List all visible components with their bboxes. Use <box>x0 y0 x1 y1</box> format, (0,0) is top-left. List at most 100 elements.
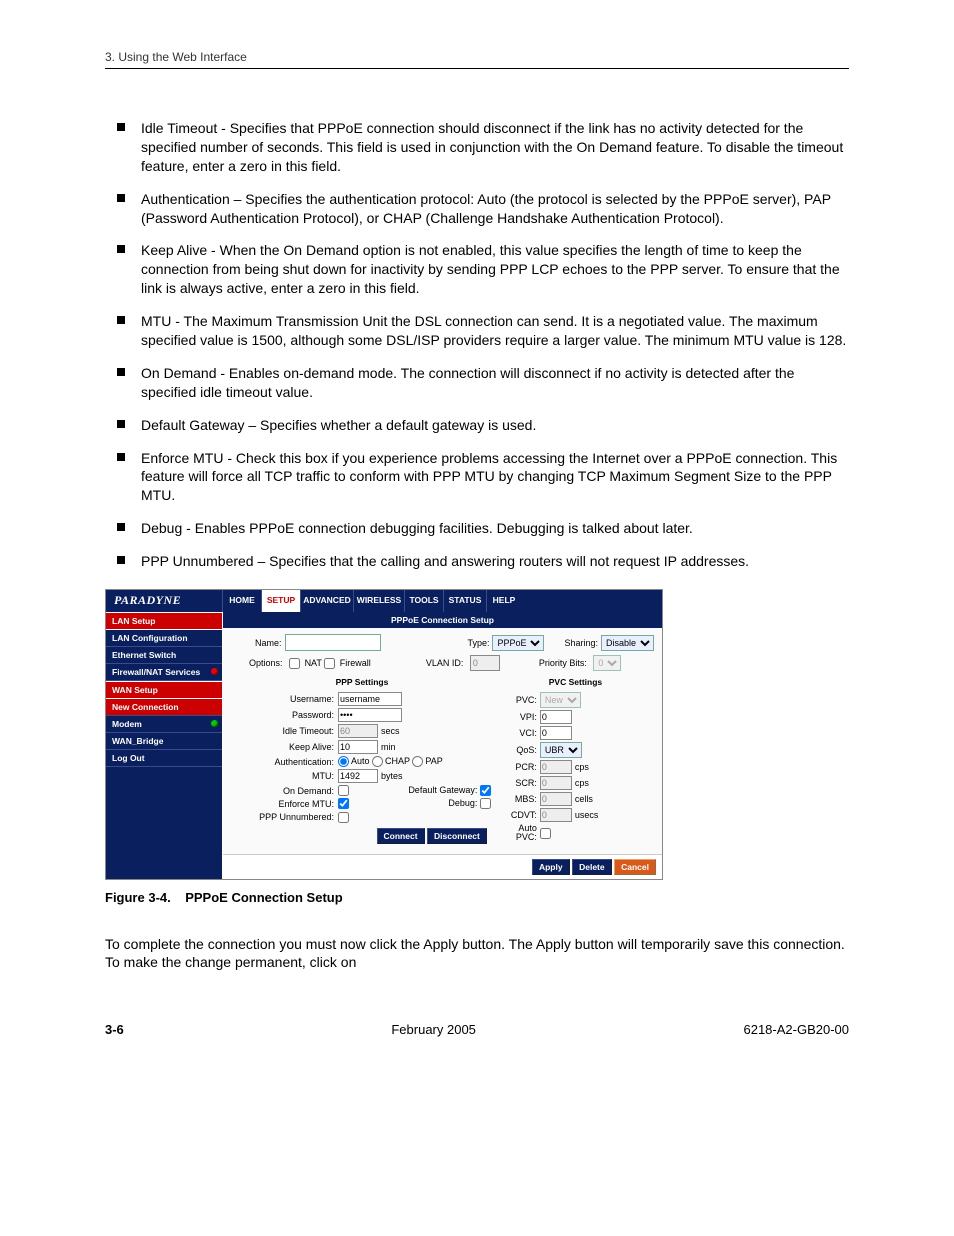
screenshot-figure: PARADYNE HOME SETUP ADVANCED WIRELESS TO… <box>105 589 663 880</box>
pppun-label: PPP Unnumbered: <box>229 812 338 822</box>
pvc-title: PVC Settings <box>495 675 656 691</box>
nat-checkbox[interactable] <box>289 658 300 669</box>
page-header: 3. Using the Web Interface <box>105 50 849 69</box>
priority-select: 0 <box>593 655 621 671</box>
tab-setup[interactable]: SETUP <box>261 590 300 612</box>
sidebar-item-firewall[interactable]: Firewall/NAT Services <box>106 664 222 681</box>
figure-title: PPPoE Connection Setup <box>185 890 342 905</box>
pvc-label: PVC: <box>495 695 540 705</box>
idle-unit: secs <box>378 726 400 736</box>
autopvc-label: Auto PVC: <box>495 824 540 842</box>
debug-label: Debug: <box>448 798 477 808</box>
idle-label: Idle Timeout: <box>229 726 338 736</box>
password-label: Password: <box>229 710 338 720</box>
sidebar-heading-wan: WAN Setup <box>106 681 222 699</box>
tab-tools[interactable]: TOOLS <box>404 590 443 612</box>
cdvt-label: CDVT: <box>495 810 540 820</box>
status-dot-icon <box>211 668 218 675</box>
vci-input[interactable] <box>540 726 572 740</box>
auth-auto-radio[interactable] <box>338 756 349 767</box>
keep-label: Keep Alive: <box>229 742 338 752</box>
list-item: Enforce MTU - Check this box if you expe… <box>115 449 849 506</box>
debug-checkbox[interactable] <box>480 798 491 809</box>
list-item: PPP Unnumbered – Specifies that the call… <box>115 552 849 571</box>
sidebar-item-lan-config[interactable]: LAN Configuration <box>106 630 222 647</box>
delete-button[interactable]: Delete <box>572 859 612 875</box>
name-input[interactable] <box>285 634 381 651</box>
list-item: Authentication – Specifies the authentic… <box>115 190 849 228</box>
auth-label: Authentication: <box>229 757 338 767</box>
scr-input[interactable] <box>540 776 572 790</box>
firewall-checkbox[interactable] <box>324 658 335 669</box>
sharing-select[interactable]: Disable <box>601 635 654 651</box>
autopvc-checkbox[interactable] <box>540 828 551 839</box>
keep-input[interactable] <box>338 740 378 754</box>
pppun-checkbox[interactable] <box>338 812 349 823</box>
cdvt-input[interactable] <box>540 808 572 822</box>
mtu-unit: bytes <box>378 771 403 781</box>
status-dot-icon <box>211 720 218 727</box>
sidebar-item-modem[interactable]: Modem <box>106 716 222 733</box>
sidebar-item-new-connection[interactable]: New Connection <box>106 699 222 716</box>
options-label: Options: <box>249 658 283 668</box>
username-label: Username: <box>229 694 338 704</box>
pcr-label: PCR: <box>495 762 540 772</box>
figure-number: Figure 3-4. <box>105 890 171 905</box>
sidebar-item-logout[interactable]: Log Out <box>106 750 222 767</box>
qos-label: QoS: <box>495 745 540 755</box>
vpi-label: VPI: <box>495 712 540 722</box>
disconnect-button[interactable]: Disconnect <box>427 828 487 844</box>
enforce-checkbox[interactable] <box>338 798 349 809</box>
ppp-title: PPP Settings <box>229 675 495 691</box>
defgw-checkbox[interactable] <box>480 785 491 796</box>
content-title: PPPoE Connection Setup <box>223 612 662 628</box>
pcr-input[interactable] <box>540 760 572 774</box>
list-item: MTU - The Maximum Transmission Unit the … <box>115 312 849 350</box>
auth-pap-radio[interactable] <box>412 756 423 767</box>
vci-label: VCI: <box>495 728 540 738</box>
list-item: On Demand - Enables on-demand mode. The … <box>115 364 849 402</box>
sidebar-item-wan-bridge[interactable]: WAN_Bridge <box>106 733 222 750</box>
name-label: Name: <box>255 638 282 648</box>
top-tabs: HOME SETUP ADVANCED WIRELESS TOOLS STATU… <box>222 590 662 612</box>
sidebar-heading-lan: LAN Setup <box>106 612 222 630</box>
bullet-list: Idle Timeout - Specifies that PPPoE conn… <box>115 119 849 571</box>
list-item: Keep Alive - When the On Demand option i… <box>115 241 849 298</box>
password-input[interactable] <box>338 708 402 722</box>
app-topbar: PARADYNE HOME SETUP ADVANCED WIRELESS TO… <box>106 590 662 612</box>
username-input[interactable] <box>338 692 402 706</box>
type-label: Type: <box>467 638 489 648</box>
defgw-label: Default Gateway: <box>408 785 477 795</box>
sidebar-item-ethernet[interactable]: Ethernet Switch <box>106 647 222 664</box>
qos-select[interactable]: UBR <box>540 742 582 758</box>
footer-date: February 2005 <box>391 1022 476 1037</box>
connect-button[interactable]: Connect <box>377 828 425 844</box>
tab-wireless[interactable]: WIRELESS <box>353 590 404 612</box>
vlan-input[interactable] <box>470 655 500 671</box>
list-item: Idle Timeout - Specifies that PPPoE conn… <box>115 119 849 176</box>
tab-help[interactable]: HELP <box>486 590 521 612</box>
vpi-input[interactable] <box>540 710 572 724</box>
pvc-select: New <box>540 692 581 708</box>
scr-label: SCR: <box>495 778 540 788</box>
priority-label: Priority Bits: <box>539 658 587 668</box>
footer-docid: 6218-A2-GB20-00 <box>743 1022 849 1037</box>
closing-paragraph: To complete the connection you must now … <box>105 935 849 973</box>
keep-unit: min <box>378 742 396 752</box>
sharing-label: Sharing: <box>564 638 598 648</box>
ondemand-checkbox[interactable] <box>338 785 349 796</box>
auth-chap-radio[interactable] <box>372 756 383 767</box>
mbs-input[interactable] <box>540 792 572 806</box>
tab-status[interactable]: STATUS <box>443 590 486 612</box>
cancel-button[interactable]: Cancel <box>614 859 656 875</box>
mtu-input[interactable] <box>338 769 378 783</box>
mtu-label: MTU: <box>229 771 338 781</box>
tab-home[interactable]: HOME <box>222 590 261 612</box>
enforce-label: Enforce MTU: <box>229 799 338 809</box>
tab-advanced[interactable]: ADVANCED <box>300 590 353 612</box>
idle-input[interactable] <box>338 724 378 738</box>
type-select[interactable]: PPPoE <box>492 635 544 651</box>
nat-label: NAT <box>305 658 322 668</box>
apply-button[interactable]: Apply <box>532 859 570 875</box>
list-item: Debug - Enables PPPoE connection debuggi… <box>115 519 849 538</box>
